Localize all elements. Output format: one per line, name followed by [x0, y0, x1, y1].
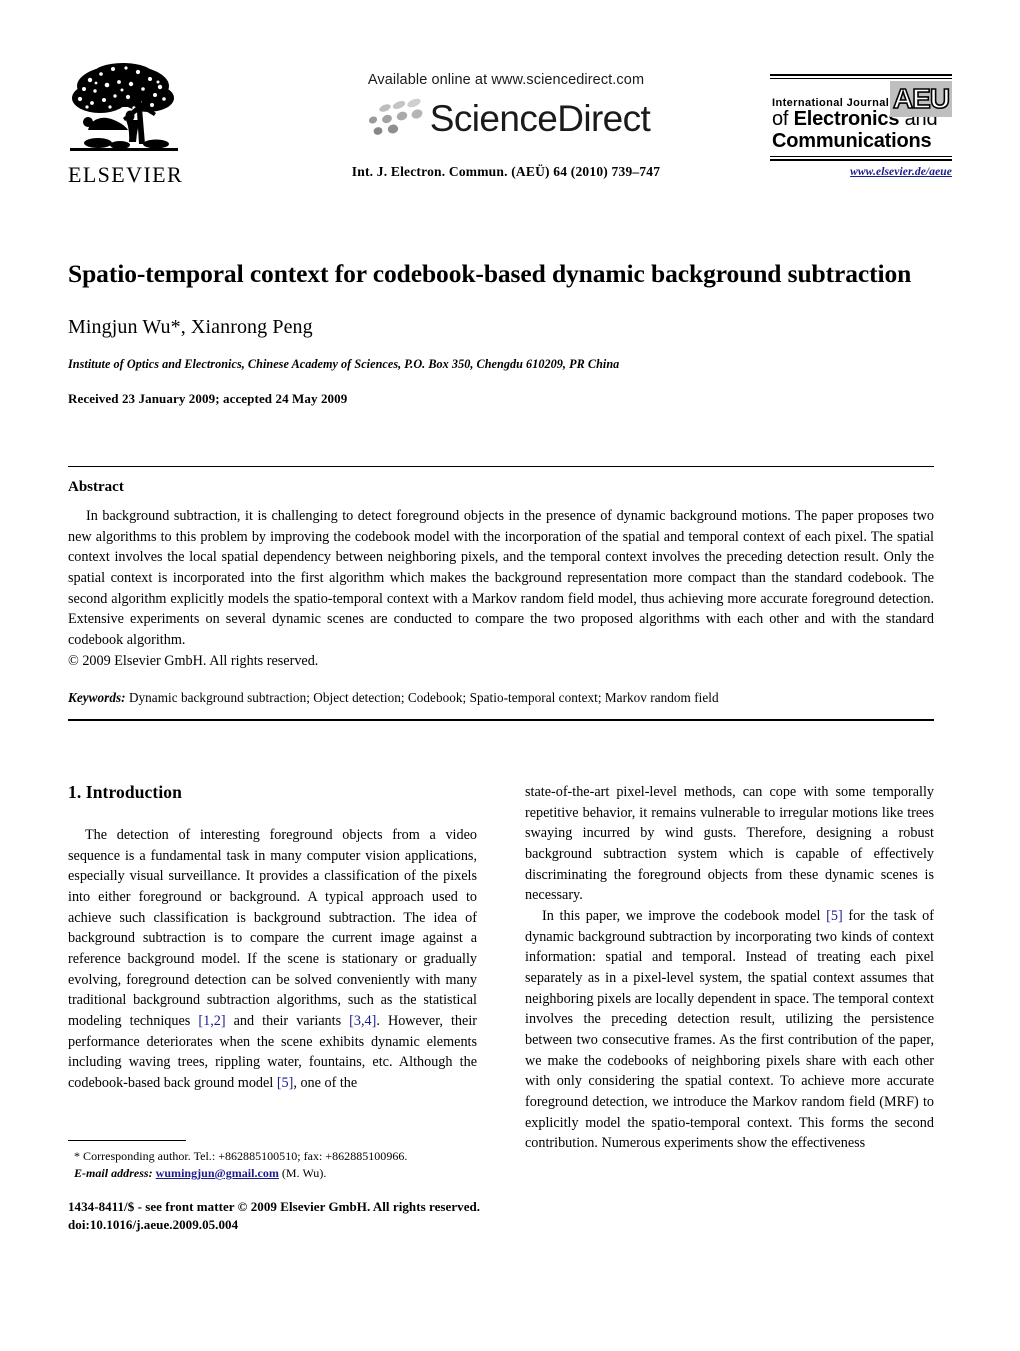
aeu-badge: AEU [890, 81, 952, 117]
doi-line: doi:10.1016/j.aeue.2009.05.004 [68, 1217, 239, 1233]
aeu-badge-text: AEU [892, 83, 951, 114]
citation-ref-3-4[interactable]: [3,4] [349, 1013, 376, 1029]
citation-ref-1-2[interactable]: [1,2] [198, 1013, 225, 1029]
journal-citation: Int. J. Electron. Commun. (AEÜ) 64 (2010… [351, 164, 661, 179]
article-history: Received 23 January 2009; accepted 24 Ma… [68, 390, 348, 406]
author-list: Mingjun Wu*, Xianrong Peng [68, 315, 313, 338]
abstract-text: In background subtraction, it is challen… [68, 506, 934, 671]
intro-p1-part-a: The detection of interesting foreground … [68, 827, 477, 1029]
journal-logo-line3: Communications [772, 129, 932, 152]
abstract-bottom-rule [68, 719, 934, 722]
abstract-top-rule [68, 466, 934, 467]
citation-ref-5-right[interactable]: [5] [826, 908, 843, 924]
paper-title: Spatio-temporal context for codebook-bas… [68, 259, 912, 288]
keywords-line: Keywords: Dynamic background subtraction… [68, 690, 934, 706]
paper-page: ELSEVIER Available online at www.science… [0, 0, 1020, 1351]
abstract-heading: Abstract [68, 479, 124, 495]
journal-url-link[interactable]: www.elsevier.de/aeue [770, 166, 952, 178]
footnote-contact-line: * Corresponding author. Tel.: +862885100… [68, 1148, 477, 1165]
abstract-body-text: In background subtraction, it is challen… [68, 508, 934, 648]
elsevier-logo: ELSEVIER [68, 58, 184, 190]
intro-paragraph-2: In this paper, we improve the codebook m… [525, 906, 934, 1154]
footnote-rule [68, 1140, 186, 1141]
footnote-contact-text: Corresponding author. Tel.: +86288510051… [80, 1149, 408, 1163]
intro-paragraph-1: The detection of interesting foreground … [68, 825, 477, 1094]
page-footer: 1434-8411/$ - see front matter © 2009 El… [68, 1198, 538, 1235]
intro-p2-part-b: for the task of dynamic background subtr… [525, 907, 934, 1152]
right-column: state-of-the-art pixel-level methods, ca… [525, 782, 934, 1154]
masthead: ELSEVIER Available online at www.science… [68, 52, 952, 202]
sciencedirect-dots-icon [368, 98, 423, 135]
journal-logo-bottom-rule [770, 156, 952, 162]
title-block: Spatio-temporal context for codebook-bas… [68, 258, 934, 407]
affiliation: Institute of Optics and Electronics, Chi… [68, 356, 620, 371]
abstract-copyright: © 2009 Elsevier GmbH. All rights reserve… [68, 652, 319, 669]
abstract-section: Abstract In background subtraction, it i… [68, 466, 934, 722]
journal-logo: AEU International Journal of Electronics… [770, 74, 952, 178]
keywords-value: Dynamic background subtraction; Object d… [125, 690, 719, 706]
citation-ref-5-left[interactable]: [5] [277, 1075, 294, 1091]
available-online-text: Available online at www.sciencedirect.co… [367, 72, 645, 88]
intro-paragraph-1-continued: state-of-the-art pixel-level methods, ca… [525, 784, 934, 904]
elsevier-wordmark: ELSEVIER [68, 162, 184, 187]
email-suffix: (M. Wu). [278, 1166, 327, 1181]
email-label: E-mail address: [74, 1166, 153, 1181]
left-column: 1. Introduction The detection of interes… [68, 782, 477, 1094]
intro-p2-part-a: In this paper, we improve the codebook m… [542, 907, 827, 924]
email-link[interactable]: wumingjun@gmail.com [156, 1166, 279, 1180]
intro-p1-part-b: and their variants [225, 1012, 350, 1029]
sciencedirect-block: Available online at www.sciencedirect.co… [296, 72, 716, 180]
corresponding-author-footnote: * Corresponding author. Tel.: +862885100… [68, 1140, 477, 1182]
journal-logo-line2-prefix: of [772, 108, 794, 131]
section-heading-introduction: 1. Introduction [68, 782, 182, 802]
footnote-email-line: E-mail address: wumingjun@gmail.com (M. … [68, 1165, 477, 1182]
journal-logo-line2-bold: Electronics [793, 108, 900, 131]
elsevier-tree-icon [70, 63, 178, 151]
issn-front-matter-line: 1434-8411/$ - see front matter © 2009 El… [68, 1199, 481, 1214]
sciencedirect-wordmark: ScienceDirect [429, 97, 651, 139]
intro-p1-part-d: , one of the [293, 1074, 358, 1091]
keywords-label: Keywords: [68, 690, 126, 706]
